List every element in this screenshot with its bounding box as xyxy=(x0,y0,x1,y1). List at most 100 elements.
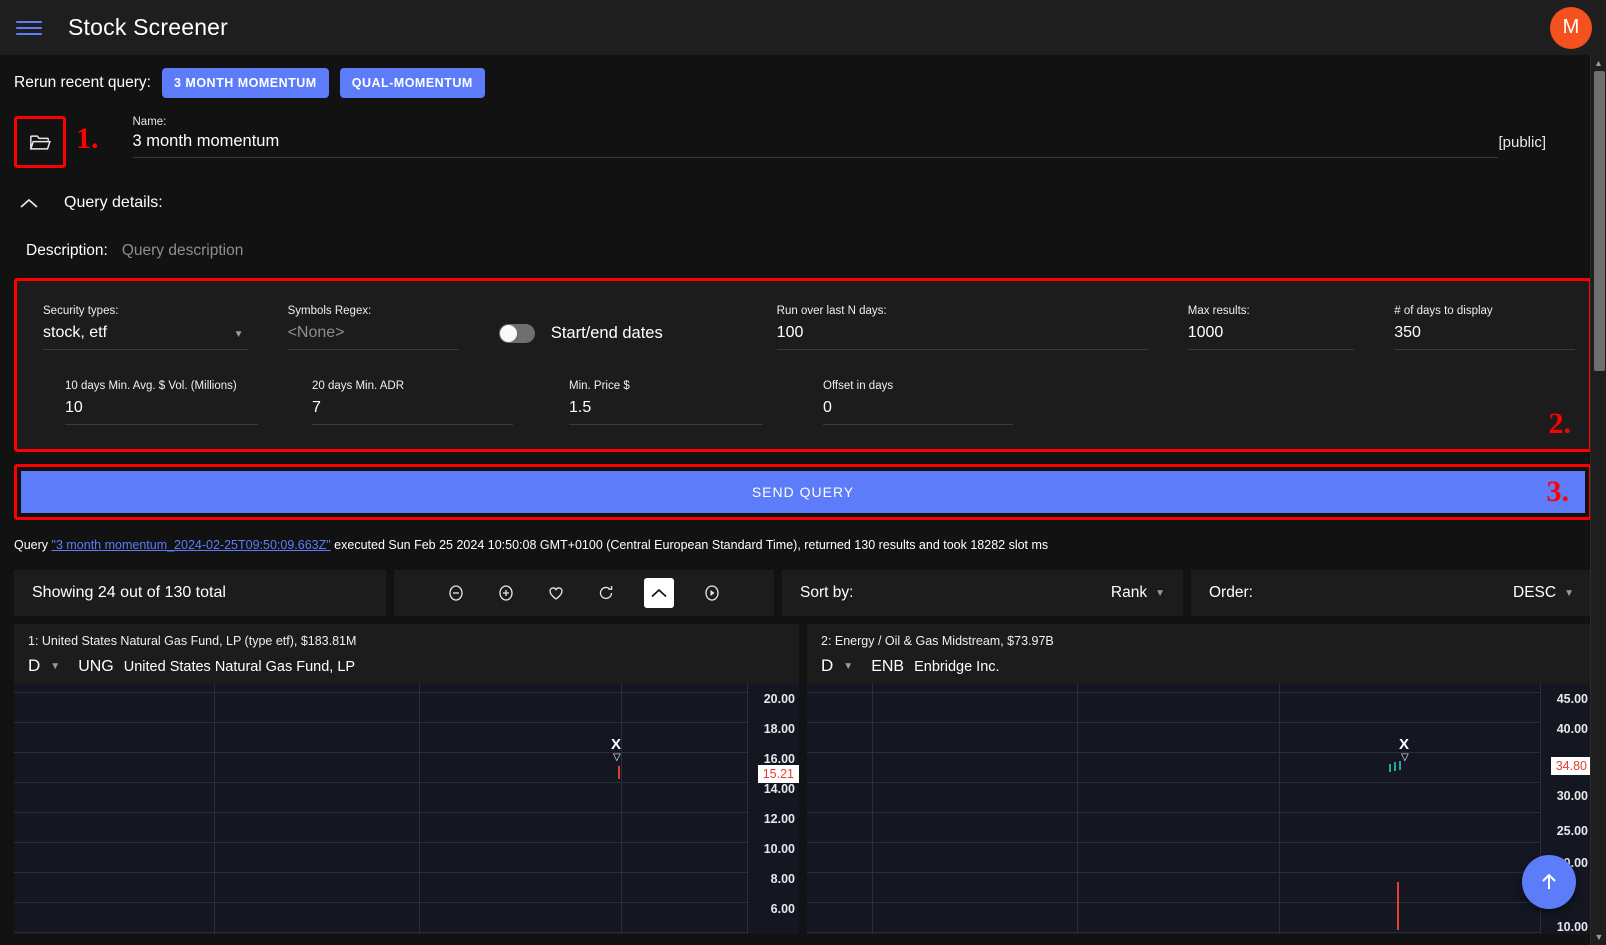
scroll-up-arrow-icon[interactable]: ▲ xyxy=(1591,55,1606,71)
play-circle-icon[interactable] xyxy=(700,581,724,605)
parameters-row-2: 10 days Min. Avg. $ Vol. (Millions) 10 2… xyxy=(17,354,1589,429)
chart-2-bar xyxy=(1389,764,1391,772)
start-end-dates-field[interactable]: Start/end dates xyxy=(473,299,751,354)
ticker-symbol[interactable]: UNG xyxy=(78,658,114,676)
min-price-field[interactable]: Min. Price $ 1.5 xyxy=(527,374,777,429)
query-result-link[interactable]: "3 month momentum_2024-02-25T09:50:09.66… xyxy=(52,538,331,552)
run-over-days-field[interactable]: Run over last N days: 100 xyxy=(751,299,1162,354)
query-name-label: Name: xyxy=(132,116,167,128)
chart-card-2-header: 2: Energy / Oil & Gas Midstream, $73.97B xyxy=(821,634,1054,648)
annotation-label-1: 1. xyxy=(76,122,99,155)
scroll-to-top-button[interactable] xyxy=(1522,855,1576,909)
hamburger-menu-icon[interactable] xyxy=(16,17,46,39)
axis-tick: 10.00 xyxy=(1556,920,1588,934)
order-value-wrap[interactable]: DESC ▼ xyxy=(1513,584,1574,602)
vertical-scrollbar[interactable]: ▲ ▼ xyxy=(1590,55,1606,945)
timeframe-value[interactable]: D xyxy=(28,656,40,676)
days-to-display-label: # of days to display xyxy=(1394,305,1493,317)
chevron-up-icon[interactable] xyxy=(644,578,674,608)
description-label: Description: xyxy=(26,242,108,259)
max-results-field[interactable]: Max results: 1000 xyxy=(1162,299,1369,354)
query-status-line: Query "3 month momentum_2024-02-25T09:50… xyxy=(0,520,1606,552)
zoom-in-icon[interactable] xyxy=(494,581,518,605)
symbols-regex-value: <None> xyxy=(287,324,459,350)
order-select[interactable]: Order: DESC ▼ xyxy=(1191,570,1592,616)
offset-days-field[interactable]: Offset in days 0 xyxy=(777,374,1027,429)
chart-card-1: 1: United States Natural Gas Fund, LP (t… xyxy=(14,624,799,934)
query-details-header: Query details: xyxy=(0,178,1606,220)
min-price-label: Min. Price $ xyxy=(569,380,630,392)
chart-2-bar xyxy=(1394,762,1396,771)
min-avg-vol-value: 10 xyxy=(65,399,258,425)
axis-tick: 30.00 xyxy=(1556,789,1588,803)
axis-tick: 40.00 xyxy=(1556,722,1588,736)
chevron-down-icon[interactable]: ▼ xyxy=(50,661,60,672)
visibility-badge: [public] xyxy=(1498,133,1546,151)
rerun-recent-query-row: Rerun recent query: 3 MONTH MOMENTUM QUA… xyxy=(0,55,1606,110)
security-types-field[interactable]: Security types: stock, etf ▼ xyxy=(17,299,262,354)
avatar[interactable]: M xyxy=(1550,6,1592,49)
sort-by-label: Sort by: xyxy=(800,584,854,601)
showing-count: Showing 24 out of 130 total xyxy=(14,570,386,616)
min-adr-field[interactable]: 20 days Min. ADR 7 xyxy=(272,374,527,429)
chart-1-current-price: 15.21 xyxy=(757,765,799,783)
chart-card-2-symbol-row: D ▼ ENB Enbridge Inc. xyxy=(807,648,1592,684)
annotation-box-1 xyxy=(14,116,66,168)
annotation-box-3: SEND QUERY 3. xyxy=(14,464,1592,520)
query-name-value: 3 month momentum xyxy=(132,132,280,150)
sort-by-select[interactable]: Sort by: Rank ▼ xyxy=(782,570,1183,616)
min-adr-label: 20 days Min. ADR xyxy=(312,380,405,392)
days-to-display-value: 350 xyxy=(1394,324,1575,350)
axis-tick: 12.00 xyxy=(763,812,795,826)
chevron-down-icon[interactable]: ▼ xyxy=(843,661,853,672)
symbols-regex-field[interactable]: Symbols Regex: <None> xyxy=(262,299,473,354)
heart-icon[interactable] xyxy=(544,581,568,605)
security-types-label: Security types: xyxy=(43,305,119,317)
axis-tick: 16.00 xyxy=(763,752,795,766)
start-end-dates-toggle[interactable] xyxy=(498,324,535,343)
refresh-icon[interactable] xyxy=(594,581,618,605)
axis-tick: 20.00 xyxy=(763,692,795,706)
chart-2-bar xyxy=(1399,761,1401,770)
chevron-down-icon[interactable]: ▼ xyxy=(234,329,244,340)
chevron-down-icon: ▼ xyxy=(1155,587,1165,599)
price-chart-1[interactable]: X ▽ 20.00 18.00 16.00 15.21 14.00 12.00 … xyxy=(14,684,799,934)
ticker-symbol[interactable]: ENB xyxy=(871,658,904,676)
company-name: United States Natural Gas Fund, LP xyxy=(123,659,356,675)
days-to-display-field[interactable]: # of days to display 350 xyxy=(1368,299,1589,354)
parameters-row-1: Security types: stock, etf ▼ Symbols Reg… xyxy=(17,299,1589,354)
zoom-out-icon[interactable] xyxy=(444,581,468,605)
scroll-down-arrow-icon[interactable]: ▼ xyxy=(1591,929,1606,945)
run-over-days-value: 100 xyxy=(776,324,1148,350)
query-name-field[interactable]: Name: 3 month momentum xyxy=(132,116,1499,158)
order-value: DESC xyxy=(1513,584,1557,601)
chart-grid: 1: United States Natural Gas Fund, LP (t… xyxy=(0,616,1606,934)
chart-1-x-marker: X xyxy=(611,736,622,753)
collapse-chevron-up-icon[interactable] xyxy=(18,192,40,214)
chart-2-price-bar xyxy=(1397,882,1399,930)
chart-2-triangle-marker: ▽ xyxy=(1401,752,1409,763)
send-query-wrapper: SEND QUERY xyxy=(17,467,1589,517)
price-chart-2[interactable]: X ▽ 45.00 40.00 34.80 30.00 25.00 20.00 … xyxy=(807,684,1592,934)
max-results-value: 1000 xyxy=(1187,324,1355,350)
sort-by-value-wrap[interactable]: Rank ▼ xyxy=(1111,584,1165,602)
axis-tick: 8.00 xyxy=(770,872,795,886)
description-input[interactable]: Query description xyxy=(122,242,243,260)
annotation-label-2: 2. xyxy=(1548,407,1572,440)
start-end-dates-label: Start/end dates xyxy=(550,324,663,342)
rerun-chip-qual-momentum[interactable]: QUAL-MOMENTUM xyxy=(339,68,485,98)
scrollbar-thumb[interactable] xyxy=(1594,71,1605,371)
annotation-label-3: 3. xyxy=(1546,475,1570,508)
timeframe-value[interactable]: D xyxy=(821,656,833,676)
rerun-label: Rerun recent query: xyxy=(14,74,151,91)
order-label: Order: xyxy=(1209,584,1253,601)
main-scroll-region: Rerun recent query: 3 MONTH MOMENTUM QUA… xyxy=(0,55,1606,945)
description-row: Description: Query description xyxy=(0,220,1606,278)
rerun-chip-3-month-momentum[interactable]: 3 MONTH MOMENTUM xyxy=(162,68,329,98)
send-query-button[interactable]: SEND QUERY xyxy=(21,471,1585,513)
axis-tick: 25.00 xyxy=(1556,824,1588,838)
chart-card-2: 2: Energy / Oil & Gas Midstream, $73.97B… xyxy=(807,624,1592,934)
chart-1-price-axis: 20.00 18.00 16.00 15.21 14.00 12.00 10.0… xyxy=(747,684,799,934)
min-avg-vol-field[interactable]: 10 days Min. Avg. $ Vol. (Millions) 10 xyxy=(17,374,272,429)
folder-open-icon[interactable] xyxy=(17,119,63,165)
